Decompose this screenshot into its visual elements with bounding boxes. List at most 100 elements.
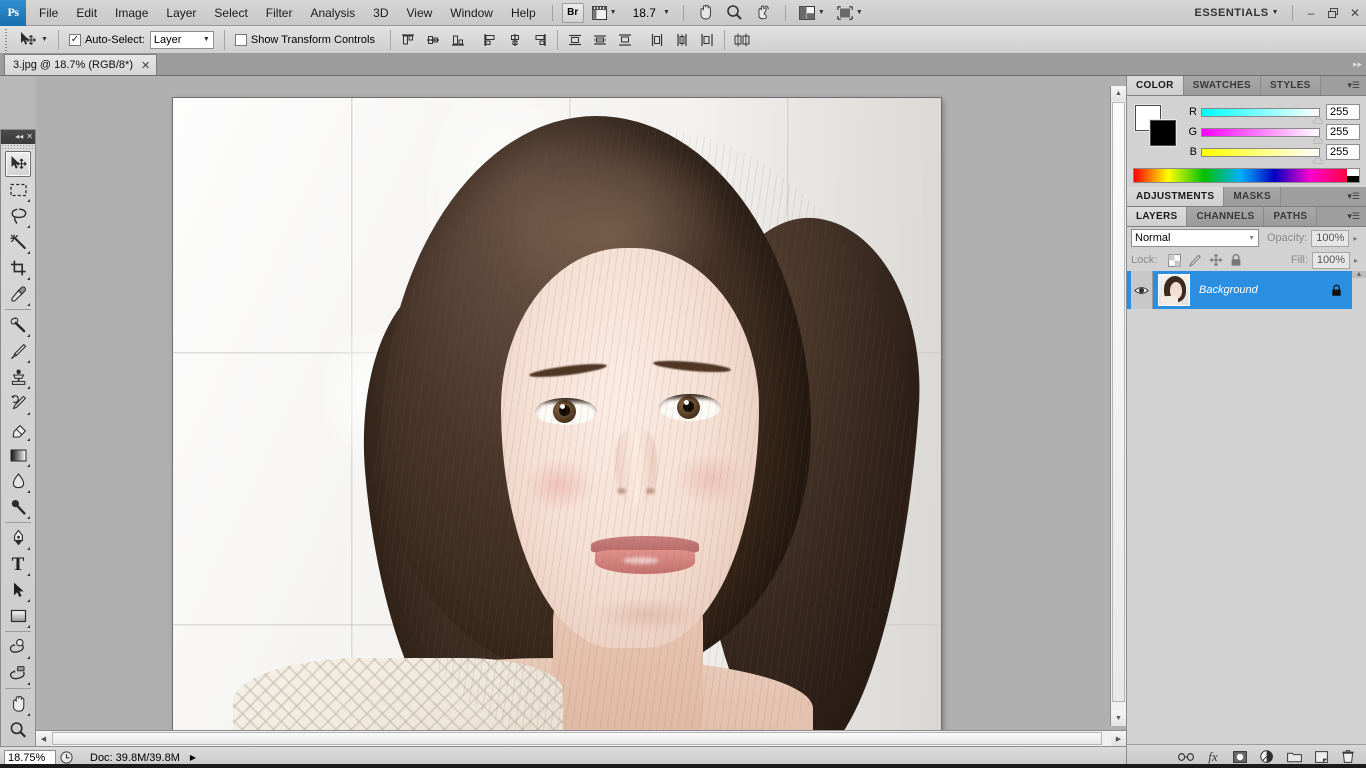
distribute-left-edges-button[interactable] xyxy=(646,29,668,51)
tools-panel-grip[interactable] xyxy=(1,144,35,151)
restore-button[interactable] xyxy=(1322,2,1344,24)
auto-select-dropdown[interactable]: Layer ▼ xyxy=(149,30,214,49)
3d-camera-orbit-tool[interactable] xyxy=(5,660,31,686)
distribute-right-edges-button[interactable] xyxy=(696,29,718,51)
spectrum-black-white[interactable] xyxy=(1347,169,1359,182)
layer-name-label[interactable]: Background xyxy=(1199,284,1258,296)
tools-close-icon[interactable]: ✕ xyxy=(26,133,33,141)
align-right-edges-button[interactable] xyxy=(529,29,551,51)
menu-window[interactable]: Window xyxy=(441,2,502,24)
color-spectrum-ramp[interactable] xyxy=(1133,168,1360,183)
menu-3d[interactable]: 3D xyxy=(364,2,397,24)
fill-stepper[interactable]: ▸ xyxy=(1350,252,1362,269)
clone-stamp-tool[interactable] xyxy=(5,364,31,390)
fill-value[interactable]: 100% xyxy=(1312,251,1350,269)
status-preview-icon[interactable] xyxy=(56,751,76,764)
distribute-top-edges-button[interactable] xyxy=(564,29,586,51)
hand-tool[interactable] xyxy=(5,691,31,717)
align-vertical-centers-button[interactable] xyxy=(422,29,444,51)
layers-empty-area[interactable] xyxy=(1127,309,1352,687)
layer-thumbnail[interactable] xyxy=(1158,274,1190,306)
workspace-switcher[interactable]: ESSENTIALS ▼ xyxy=(1188,7,1285,19)
hand-tool-button[interactable] xyxy=(693,2,718,24)
tab-swatches[interactable]: SWATCHES xyxy=(1183,76,1261,95)
horizontal-scroll-thumb[interactable] xyxy=(52,732,1102,745)
color-panel-swatches[interactable] xyxy=(1135,105,1177,147)
lock-all-icon[interactable] xyxy=(1230,253,1242,267)
arrange-documents-button[interactable]: ▼ xyxy=(795,2,829,24)
align-bottom-edges-button[interactable] xyxy=(447,29,469,51)
eyedropper-tool[interactable] xyxy=(5,281,31,307)
document-tab[interactable]: 3.jpg @ 18.7% (RGB/8*) ✕ xyxy=(4,54,158,75)
canvas-workspace[interactable] xyxy=(36,76,1126,744)
tab-layers[interactable]: LAYERS xyxy=(1127,207,1188,226)
tabbar-overflow-icon[interactable]: ▸▸ xyxy=(1353,59,1366,70)
slider-value-r[interactable]: 255 xyxy=(1326,104,1360,120)
tools-collapse-icon[interactable]: ◂◂ xyxy=(15,133,23,141)
menu-file[interactable]: File xyxy=(30,2,67,24)
brush-tool[interactable] xyxy=(5,338,31,364)
layer-row-background[interactable]: Background xyxy=(1127,271,1352,309)
new-layer-icon[interactable] xyxy=(1313,749,1329,765)
auto-select-checkbox[interactable]: ✓ xyxy=(68,33,81,46)
spectrum-gradient[interactable] xyxy=(1134,169,1347,182)
canvas-vertical-scrollbar[interactable]: ▲ ▼ xyxy=(1110,86,1126,726)
distribute-horizontal-centers-button[interactable] xyxy=(671,29,693,51)
status-menu-arrow[interactable]: ▶ xyxy=(190,753,196,762)
slider-value-b[interactable]: 255 xyxy=(1326,144,1360,160)
rectangular-marquee-tool[interactable] xyxy=(5,177,31,203)
menu-view[interactable]: View xyxy=(397,2,441,24)
blur-tool[interactable] xyxy=(5,468,31,494)
scroll-left-arrow[interactable]: ◀ xyxy=(36,731,51,746)
align-horizontal-centers-button[interactable] xyxy=(504,29,526,51)
layer-style-fx-icon[interactable]: fx xyxy=(1205,749,1221,765)
adjustments-panel-menu-icon[interactable]: ▾☰ xyxy=(1341,187,1366,206)
slider-thumb-g[interactable] xyxy=(1313,135,1323,143)
vertical-scroll-thumb[interactable] xyxy=(1112,102,1125,702)
horizontal-type-tool[interactable]: T xyxy=(5,551,31,577)
lasso-tool[interactable] xyxy=(5,203,31,229)
lock-image-pixels-icon[interactable] xyxy=(1188,254,1202,267)
opacity-value[interactable]: 100% xyxy=(1311,229,1350,247)
magic-wand-tool[interactable] xyxy=(5,229,31,255)
slider-value-g[interactable]: 255 xyxy=(1326,124,1360,140)
new-group-icon[interactable] xyxy=(1286,749,1302,765)
options-bar-grip[interactable] xyxy=(4,28,10,51)
opacity-stepper[interactable]: ▸ xyxy=(1349,230,1361,247)
tab-masks[interactable]: MASKS xyxy=(1224,187,1281,206)
scroll-up-arrow[interactable]: ▲ xyxy=(1111,86,1126,101)
crop-tool[interactable] xyxy=(5,255,31,281)
launch-bridge-button[interactable]: Br xyxy=(561,2,584,23)
color-panel-menu-icon[interactable]: ▾☰ xyxy=(1341,76,1366,95)
slider-track-r[interactable] xyxy=(1201,107,1323,123)
minimize-button[interactable]: – xyxy=(1300,2,1322,24)
new-adjustment-layer-icon[interactable] xyxy=(1259,749,1275,765)
layers-panel-menu-icon[interactable]: ▾☰ xyxy=(1341,207,1366,226)
view-extras-button[interactable]: ▼ xyxy=(588,2,621,24)
close-document-icon[interactable]: ✕ xyxy=(141,59,150,72)
menu-filter[interactable]: Filter xyxy=(257,2,302,24)
document-canvas[interactable] xyxy=(173,98,941,738)
move-tool[interactable] xyxy=(5,151,31,177)
zoom-tool-button[interactable] xyxy=(722,2,747,24)
rectangle-shape-tool[interactable] xyxy=(5,603,31,629)
show-transform-checkbox[interactable] xyxy=(234,33,247,46)
dodge-tool[interactable] xyxy=(5,494,31,520)
lock-position-icon[interactable] xyxy=(1209,253,1223,267)
layers-scroll-up-arrow[interactable]: ▲ xyxy=(1352,271,1366,278)
slider-thumb-b[interactable] xyxy=(1313,155,1323,163)
zoom-level-display[interactable]: 18.7 ▼ xyxy=(625,2,674,24)
link-layers-icon[interactable] xyxy=(1178,749,1194,765)
color-panel-background-swatch[interactable] xyxy=(1150,120,1176,146)
menu-select[interactable]: Select xyxy=(205,2,256,24)
slider-track-b[interactable] xyxy=(1201,147,1323,163)
layer-visibility-toggle[interactable] xyxy=(1131,271,1153,309)
align-left-edges-button[interactable] xyxy=(479,29,501,51)
current-tool-preset[interactable]: ▼ xyxy=(14,28,52,52)
screen-mode-button[interactable]: ▼ xyxy=(833,2,867,24)
auto-align-layers-button[interactable] xyxy=(731,29,753,51)
tab-channels[interactable]: CHANNELS xyxy=(1187,207,1265,226)
menu-analysis[interactable]: Analysis xyxy=(301,2,364,24)
spot-healing-brush-tool[interactable] xyxy=(5,312,31,338)
distribute-vertical-centers-button[interactable] xyxy=(589,29,611,51)
